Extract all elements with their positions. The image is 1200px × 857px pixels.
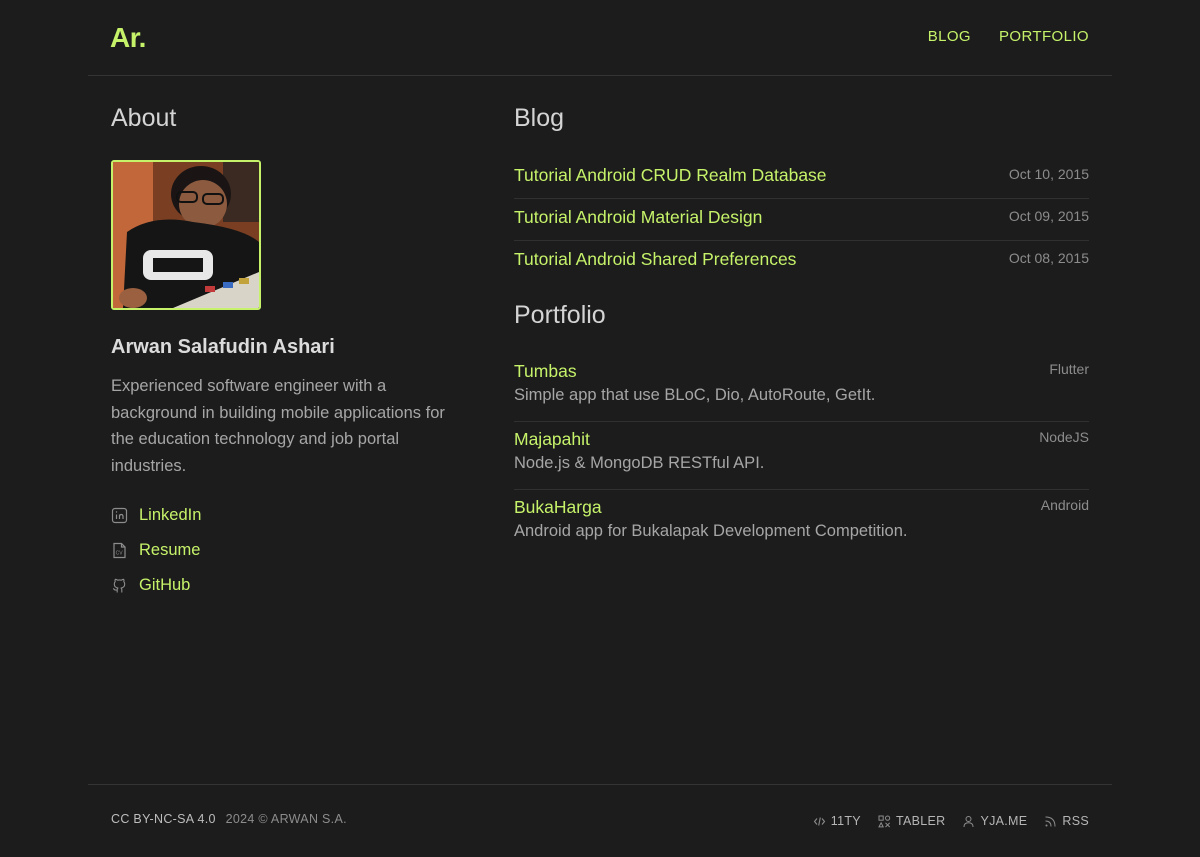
site-logo[interactable]: Ar. xyxy=(110,22,146,54)
footer-link-yja[interactable]: YJA.ME xyxy=(962,814,1027,828)
blog-post-date: Oct 08, 2015 xyxy=(1008,250,1089,266)
list-item: Tutorial Android CRUD Realm Database Oct… xyxy=(514,157,1089,199)
github-link[interactable]: GitHub xyxy=(139,576,190,595)
content-section: Blog Tutorial Android CRUD Realm Databas… xyxy=(514,104,1089,558)
list-item: Tutorial Android Material Design Oct 09,… xyxy=(514,199,1089,241)
footer-link-label: TABLER xyxy=(895,814,946,828)
linkedin-link-row[interactable]: LinkedIn xyxy=(111,505,471,525)
nav-portfolio[interactable]: PORTFOLIO xyxy=(999,28,1089,45)
profile-links: LinkedIn CV Resume GitHub xyxy=(111,505,471,595)
portfolio-title: Portfolio xyxy=(514,301,606,329)
blog-list: Tutorial Android CRUD Realm Database Oct… xyxy=(514,157,1089,283)
cv-file-icon: CV xyxy=(111,542,128,559)
footer-credits: CC BY-NC-SA 4.0 2024 © ARWAN S.A. xyxy=(111,812,347,826)
linkedin-icon xyxy=(111,507,128,524)
portfolio-item-desc: Android app for Bukalapak Development Co… xyxy=(514,522,908,540)
resume-link-row[interactable]: CV Resume xyxy=(111,540,471,560)
list-item: BukaHarga Android Android app for Bukala… xyxy=(514,490,1089,558)
footer-link-rss[interactable]: RSS xyxy=(1044,814,1089,828)
site-footer: CC BY-NC-SA 4.0 2024 © ARWAN S.A. 11TY T… xyxy=(88,784,1112,857)
portfolio-item-link[interactable]: BukaHarga xyxy=(514,497,602,517)
about-title: About xyxy=(111,104,177,132)
author-bio: Experienced software engineer with a bac… xyxy=(111,377,445,475)
about-section: About Arwan Salafudin Ashari Experienced… xyxy=(111,104,471,595)
main-nav: BLOG PORTFOLIO xyxy=(928,28,1089,45)
blog-post-link[interactable]: Tutorial Android Shared Preferences xyxy=(514,249,796,270)
blog-title: Blog xyxy=(514,104,565,132)
footer-link-label: RSS xyxy=(1062,814,1089,828)
author-name: Arwan Salafudin Ashari xyxy=(111,336,335,358)
list-item: Tutorial Android Shared Preferences Oct … xyxy=(514,241,1089,283)
footer-link-11ty[interactable]: 11TY xyxy=(813,814,861,828)
rss-icon xyxy=(1044,815,1057,828)
blog-post-link[interactable]: Tutorial Android Material Design xyxy=(514,207,762,228)
shapes-icon xyxy=(878,815,891,828)
footer-link-label: 11TY xyxy=(830,814,861,828)
nav-blog[interactable]: BLOG xyxy=(928,28,971,45)
portfolio-item-desc: Node.js & MongoDB RESTful API. xyxy=(514,454,765,472)
portfolio-item-link[interactable]: Tumbas xyxy=(514,361,577,381)
footer-links: 11TY TABLER YJA.ME RSS xyxy=(813,814,1089,828)
portfolio-item-tag: Android xyxy=(1040,497,1089,513)
code-icon xyxy=(813,815,826,828)
portfolio-item-tag: Flutter xyxy=(1049,361,1089,377)
portfolio-item-tag: NodeJS xyxy=(1039,429,1089,445)
portfolio-item-desc: Simple app that use BLoC, Dio, AutoRoute… xyxy=(514,386,876,404)
blog-post-link[interactable]: Tutorial Android CRUD Realm Database xyxy=(514,165,827,186)
github-link-row[interactable]: GitHub xyxy=(111,575,471,595)
footer-link-tabler[interactable]: TABLER xyxy=(878,814,946,828)
user-icon xyxy=(962,815,975,828)
list-item: Tumbas Flutter Simple app that use BLoC,… xyxy=(514,354,1089,422)
linkedin-link[interactable]: LinkedIn xyxy=(139,506,201,525)
avatar xyxy=(111,160,261,310)
blog-post-date: Oct 09, 2015 xyxy=(1008,208,1089,224)
resume-link[interactable]: Resume xyxy=(139,541,200,560)
github-icon xyxy=(111,577,128,594)
license-link[interactable]: CC BY-NC-SA 4.0 xyxy=(111,812,216,826)
portfolio-item-link[interactable]: Majapahit xyxy=(514,429,590,449)
site-header: Ar. BLOG PORTFOLIO xyxy=(88,0,1112,76)
blog-post-date: Oct 10, 2015 xyxy=(1008,166,1089,182)
portfolio-list: Tumbas Flutter Simple app that use BLoC,… xyxy=(514,354,1089,558)
avatar-photo xyxy=(113,162,259,308)
footer-link-label: YJA.ME xyxy=(980,814,1028,828)
svg-text:CV: CV xyxy=(116,550,124,556)
copyright-text: 2024 © ARWAN S.A. xyxy=(225,812,347,826)
list-item: Majapahit NodeJS Node.js & MongoDB RESTf… xyxy=(514,422,1089,490)
